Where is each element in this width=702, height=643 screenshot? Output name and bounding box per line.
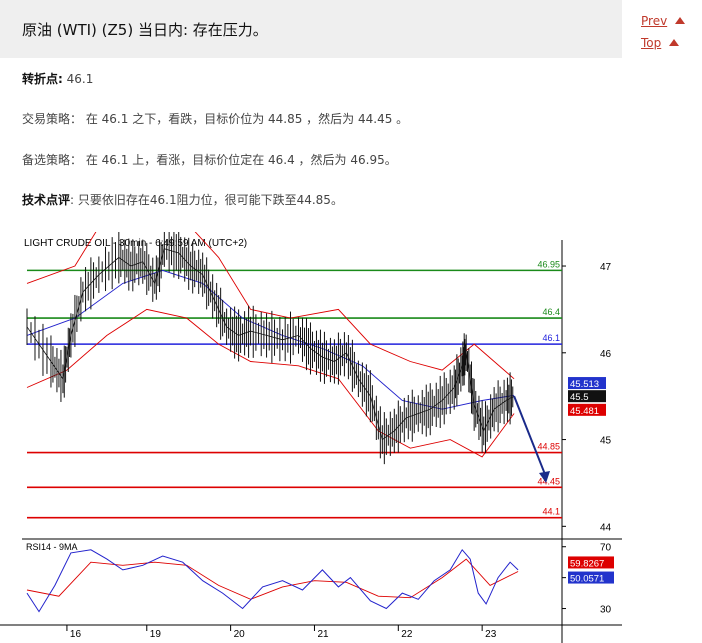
- top-label[interactable]: Top: [641, 36, 661, 50]
- rsi-badge-label: 59.8267: [570, 558, 604, 569]
- arrow-up-icon: [669, 39, 680, 46]
- rsi-tick-label: 30: [600, 605, 612, 616]
- strategy-line: 交易策略： 在 46.1 之下，看跌，目标价位为 44.85 ，然后为 44.4…: [22, 110, 408, 127]
- strategy-text: 在 46.1 之下，看跌，目标价位为 44.85 ，然后为 44.45 。: [85, 112, 409, 126]
- moving-average-line: [26, 269, 515, 410]
- alt-strategy-text: 在 46.1 上，看涨，目标价位定在 46.4 ，然后为 46.95。: [85, 153, 397, 167]
- price-tick-label: 44: [600, 522, 612, 533]
- page-title: 原油 (WTI) (Z5) 当日内: 存在压力。: [22, 21, 268, 39]
- time-tick-label: 23: [485, 629, 497, 640]
- upper-band-line: [26, 232, 515, 380]
- rsi-badge-label: 50.0571: [570, 574, 604, 585]
- tech-comment-line: 技术点评: 只要依旧存在46.1阻力位，很可能下跌至44.85。: [22, 191, 343, 208]
- page-header: 原油 (WTI) (Z5) 当日内: 存在压力。: [0, 0, 622, 58]
- projection-arrow-line: [513, 395, 547, 478]
- top-link[interactable]: Top: [641, 36, 680, 50]
- lower-band-line: [26, 308, 515, 458]
- rsi-tick-label: 70: [600, 543, 612, 554]
- price-badge-label: 45.5: [570, 392, 589, 403]
- price-chart: LIGHT CRUDE OIL - 30min - 6:49:59 AM (UT…: [0, 232, 622, 643]
- alt-strategy-label: 备选策略：: [22, 153, 83, 167]
- price-tick-label: 46: [600, 349, 612, 360]
- level-label: 44.45: [537, 476, 560, 486]
- arrow-up-icon: [675, 17, 686, 24]
- prev-label[interactable]: Prev: [641, 14, 667, 28]
- level-label: 46.1: [542, 333, 560, 343]
- tech-comment-label: 技术点评: [22, 193, 71, 207]
- time-tick-label: 16: [70, 629, 82, 640]
- prev-link[interactable]: Prev: [641, 14, 686, 28]
- price-badge-label: 45.481: [570, 406, 599, 417]
- rsi-line: [26, 548, 519, 613]
- tech-comment-text: : 只要依旧存在46.1阻力位，很可能下跌至44.85。: [70, 193, 343, 207]
- time-tick-label: 19: [150, 629, 162, 640]
- pivot-value: 46.1: [66, 72, 94, 86]
- alt-strategy-line: 备选策略： 在 46.1 上，看涨，目标价位定在 46.4 ，然后为 46.95…: [22, 151, 397, 168]
- pivot-line: 转折点: 46.1: [22, 70, 93, 87]
- level-label: 46.95: [537, 259, 560, 269]
- time-tick-label: 21: [317, 629, 329, 640]
- level-label: 44.85: [537, 442, 560, 452]
- price-badge-label: 45.513: [570, 379, 599, 390]
- chart-title: LIGHT CRUDE OIL - 30min - 6:49:59 AM (UT…: [24, 238, 247, 249]
- time-tick-label: 20: [234, 629, 246, 640]
- rsi-ma-line: [26, 558, 519, 600]
- time-tick-label: 22: [401, 629, 413, 640]
- price-tick-label: 45: [600, 436, 612, 447]
- rsi-label: RSI14 - 9MA: [26, 542, 78, 552]
- level-label: 46.4: [542, 307, 560, 317]
- level-label: 44.1: [542, 507, 560, 517]
- price-tick-label: 47: [600, 262, 612, 273]
- strategy-label: 交易策略：: [22, 112, 83, 126]
- pivot-label: 转折点:: [22, 72, 63, 86]
